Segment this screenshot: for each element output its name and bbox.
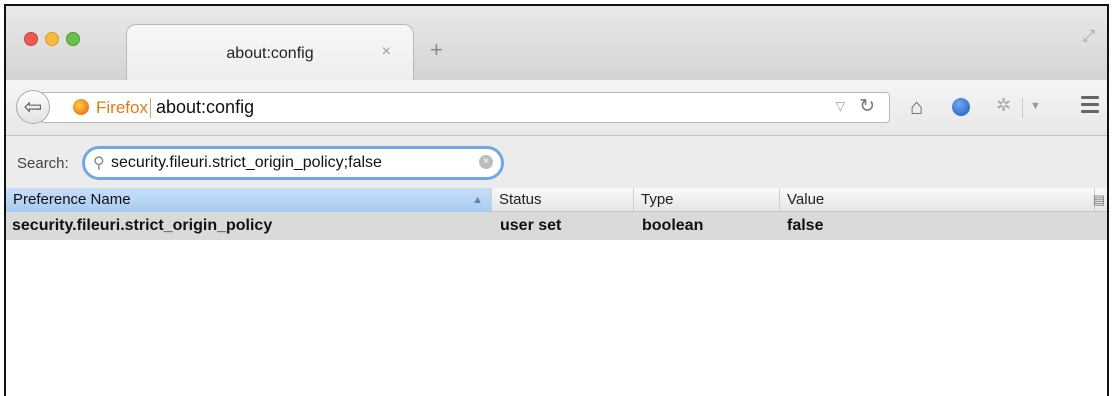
extension-blue-icon[interactable] <box>952 98 970 116</box>
status-cell: user set <box>500 217 562 234</box>
clear-search-icon[interactable]: × <box>479 155 493 169</box>
url-history-dropdown-icon[interactable]: ▽ <box>836 99 845 113</box>
column-header-preference-name[interactable]: Preference Name ▲ <box>6 188 492 212</box>
type-cell: boolean <box>642 217 704 234</box>
search-box[interactable]: ⚲ × <box>82 146 504 180</box>
menu-icon[interactable] <box>1081 96 1099 117</box>
back-arrow-icon: ⇦ <box>23 94 43 119</box>
column-header-value[interactable]: Value <box>780 188 1095 212</box>
url-bar[interactable]: Firefox about:config ▽ ↻ <box>42 92 890 123</box>
identity-separator <box>150 98 151 118</box>
close-tab-icon[interactable]: × <box>382 43 391 61</box>
column-header-status[interactable]: Status <box>492 188 634 212</box>
column-picker-icon[interactable]: ▤ <box>1093 188 1105 212</box>
firefox-logo-icon <box>73 99 89 115</box>
new-tab-button[interactable]: + <box>430 39 443 61</box>
table-header: Preference Name ▲ Status Type Value ▤ <box>6 188 1107 212</box>
toolbar-separator <box>1022 98 1023 118</box>
home-icon[interactable]: ⌂ <box>910 94 923 120</box>
sort-ascending-icon: ▲ <box>472 194 483 206</box>
browser-window: about:config × + ⤢ Firefox about:config … <box>4 4 1109 396</box>
search-input[interactable] <box>111 154 471 172</box>
search-label: Search: <box>17 155 69 172</box>
table-row[interactable]: security.fileuri.strict_origin_policy us… <box>6 212 1107 240</box>
extension-bug-icon[interactable]: ✲ <box>996 95 1011 116</box>
tab-strip: about:config × + ⤢ <box>6 6 1107 80</box>
value-cell: false <box>787 217 824 234</box>
fullscreen-icon[interactable]: ⤢ <box>1082 28 1095 46</box>
url-text[interactable]: about:config <box>156 97 254 118</box>
preference-name-cell: security.fileuri.strict_origin_policy <box>12 217 273 234</box>
tab-about-config[interactable]: about:config × <box>126 24 414 80</box>
search-icon: ⚲ <box>93 155 105 172</box>
close-window-button[interactable] <box>24 32 38 46</box>
reload-icon[interactable]: ↻ <box>859 95 875 118</box>
minimize-window-button[interactable] <box>45 32 59 46</box>
navigation-bar: Firefox about:config ▽ ↻ ⇦ ⌂ ✲ ▼ <box>6 80 1107 136</box>
search-row: Search: ⚲ × <box>6 136 1107 188</box>
chevron-down-icon[interactable]: ▼ <box>1030 100 1041 112</box>
zoom-window-button[interactable] <box>66 32 80 46</box>
tab-title: about:config <box>226 45 314 62</box>
back-button[interactable]: ⇦ <box>16 90 50 124</box>
identity-label[interactable]: Firefox <box>96 98 148 118</box>
column-header-type[interactable]: Type <box>634 188 780 212</box>
